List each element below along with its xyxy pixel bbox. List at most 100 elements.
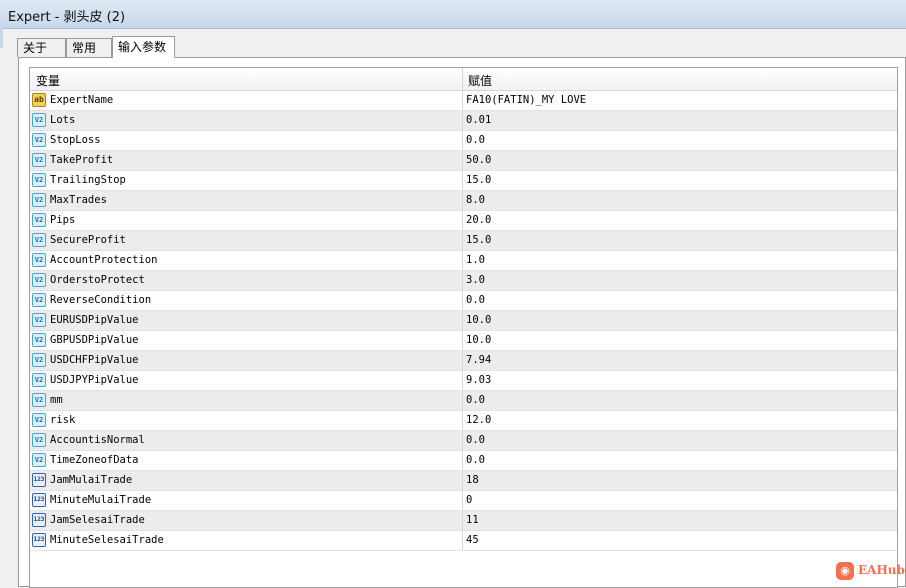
double-type-icon: V2: [32, 333, 46, 347]
column-divider: [462, 151, 463, 170]
table-row[interactable]: 123 MinuteSelesaiTrade 45: [30, 531, 897, 551]
parameter-name: ExpertName: [50, 94, 114, 106]
column-divider: [462, 431, 463, 450]
parameter-value[interactable]: 0.0: [466, 394, 485, 406]
eahub-logo-icon: ◉: [836, 562, 854, 580]
parameter-value[interactable]: 0: [466, 494, 472, 506]
parameter-value[interactable]: 10.0: [466, 314, 491, 326]
table-row[interactable]: V2 StopLoss 0.0: [30, 131, 897, 151]
table-row[interactable]: V2 ReverseCondition 0.0: [30, 291, 897, 311]
parameter-name: MaxTrades: [50, 194, 107, 206]
table-row[interactable]: V2 USDJPYPipValue 9.03: [30, 371, 897, 391]
header-divider[interactable]: [462, 68, 463, 90]
double-type-icon: V2: [32, 113, 46, 127]
title-bar: Expert - 剥头皮 (2): [0, 0, 906, 29]
parameter-name: StopLoss: [50, 134, 101, 146]
double-type-icon: V2: [32, 353, 46, 367]
column-divider: [462, 531, 463, 550]
table-row[interactable]: V2 TrailingStop 15.0: [30, 171, 897, 191]
double-type-icon: V2: [32, 253, 46, 267]
double-type-icon: V2: [32, 213, 46, 227]
column-divider: [462, 471, 463, 490]
tab-input-parameters[interactable]: 输入参数: [112, 36, 175, 58]
header-value[interactable]: 赋值: [468, 72, 492, 89]
double-type-icon: V2: [32, 433, 46, 447]
column-divider: [462, 451, 463, 470]
table-row[interactable]: V2 TakeProfit 50.0: [30, 151, 897, 171]
parameter-value[interactable]: 50.0: [466, 154, 491, 166]
integer-type-icon: 123: [32, 493, 46, 507]
parameter-value[interactable]: 1.0: [466, 254, 485, 266]
table-row[interactable]: V2 TimeZoneofData 0.0: [30, 451, 897, 471]
parameter-value[interactable]: 3.0: [466, 274, 485, 286]
table-row[interactable]: V2 mm 0.0: [30, 391, 897, 411]
tab-panel: 变量 赋值 ab ExpertName FA10(FATIN)_MY LOVE V2 L…: [18, 57, 906, 588]
parameter-value[interactable]: 9.03: [466, 374, 491, 386]
table-row[interactable]: 123 JamMulaiTrade 18: [30, 471, 897, 491]
parameter-value[interactable]: 0.0: [466, 454, 485, 466]
double-type-icon: V2: [32, 133, 46, 147]
parameter-name: USDCHFPipValue: [50, 354, 139, 366]
tab-common[interactable]: 常用: [66, 38, 112, 57]
table-row[interactable]: V2 OrderstoProtect 3.0: [30, 271, 897, 291]
parameter-value[interactable]: 15.0: [466, 174, 491, 186]
double-type-icon: V2: [32, 373, 46, 387]
parameter-value[interactable]: 45: [466, 534, 479, 546]
parameter-name: mm: [50, 394, 63, 406]
double-type-icon: V2: [32, 153, 46, 167]
parameter-value[interactable]: FA10(FATIN)_MY LOVE: [466, 94, 586, 106]
parameter-value[interactable]: 15.0: [466, 234, 491, 246]
parameter-value[interactable]: 20.0: [466, 214, 491, 226]
parameter-value[interactable]: 0.01: [466, 114, 491, 126]
parameter-value[interactable]: 11: [466, 514, 479, 526]
table-row[interactable]: V2 AccountisNormal 0.0: [30, 431, 897, 451]
table-row[interactable]: V2 Lots 0.01: [30, 111, 897, 131]
window-edge: [0, 28, 3, 48]
parameter-name: AccountProtection: [50, 254, 158, 266]
parameter-value[interactable]: 12.0: [466, 414, 491, 426]
parameter-name: MinuteMulaiTrade: [50, 494, 152, 506]
table-row[interactable]: 123 JamSelesaiTrade 11: [30, 511, 897, 531]
column-divider: [462, 351, 463, 370]
double-type-icon: V2: [32, 173, 46, 187]
column-divider: [462, 171, 463, 190]
parameter-name: SecureProfit: [50, 234, 126, 246]
parameter-value[interactable]: 0.0: [466, 434, 485, 446]
parameter-value[interactable]: 10.0: [466, 334, 491, 346]
parameter-name: TimeZoneofData: [50, 454, 139, 466]
parameter-value[interactable]: 0.0: [466, 294, 485, 306]
column-divider: [462, 491, 463, 510]
table-row[interactable]: V2 USDCHFPipValue 7.94: [30, 351, 897, 371]
column-divider: [462, 91, 463, 110]
table-row[interactable]: 123 MinuteMulaiTrade 0: [30, 491, 897, 511]
table-row[interactable]: V2 Pips 20.0: [30, 211, 897, 231]
window-title: Expert - 剥头皮 (2): [8, 10, 126, 25]
parameter-name: JamMulaiTrade: [50, 474, 133, 486]
table-row[interactable]: V2 AccountProtection 1.0: [30, 251, 897, 271]
parameter-name: AccountisNormal: [50, 434, 145, 446]
column-divider: [462, 211, 463, 230]
tab-about[interactable]: 关于: [17, 38, 66, 57]
column-divider: [462, 371, 463, 390]
table-row[interactable]: V2 risk 12.0: [30, 411, 897, 431]
grid-header: 变量 赋值: [30, 68, 897, 91]
parameter-value[interactable]: 8.0: [466, 194, 485, 206]
parameter-value[interactable]: 7.94: [466, 354, 491, 366]
parameter-value[interactable]: 18: [466, 474, 479, 486]
column-divider: [462, 251, 463, 270]
table-row[interactable]: ab ExpertName FA10(FATIN)_MY LOVE: [30, 91, 897, 111]
table-row[interactable]: V2 EURUSDPipValue 10.0: [30, 311, 897, 331]
column-divider: [462, 231, 463, 250]
parameter-name: ReverseCondition: [50, 294, 152, 306]
parameter-value[interactable]: 0.0: [466, 134, 485, 146]
column-divider: [462, 271, 463, 290]
double-type-icon: V2: [32, 193, 46, 207]
header-variable[interactable]: 变量: [36, 72, 60, 89]
column-divider: [462, 131, 463, 150]
table-row[interactable]: V2 SecureProfit 15.0: [30, 231, 897, 251]
parameter-name: TrailingStop: [50, 174, 126, 186]
parameter-name: JamSelesaiTrade: [50, 514, 145, 526]
table-row[interactable]: V2 MaxTrades 8.0: [30, 191, 897, 211]
string-type-icon: ab: [32, 93, 46, 107]
table-row[interactable]: V2 GBPUSDPipValue 10.0: [30, 331, 897, 351]
